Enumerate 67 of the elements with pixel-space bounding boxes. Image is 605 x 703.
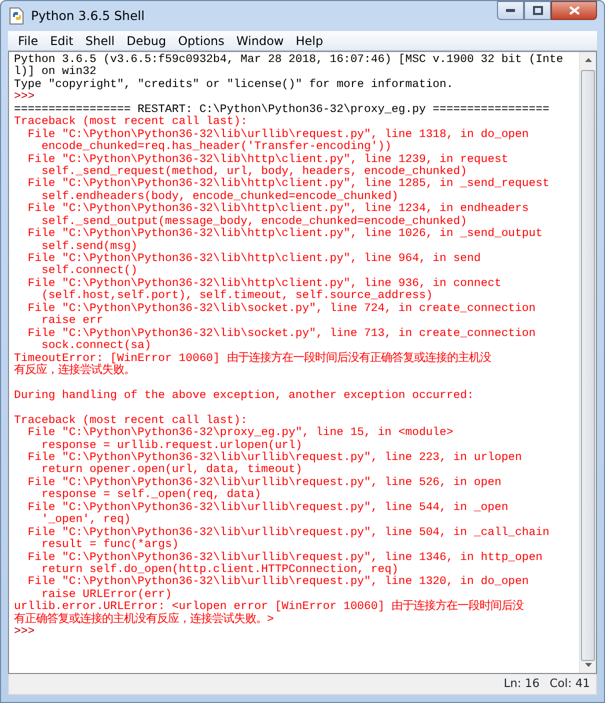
line-number-status: Ln: 16 (504, 675, 540, 692)
error-line: File "C:\Python\Python36-32\lib\urllib\request.py", line 1318, in do_open (26, 128, 529, 141)
error-line: File "C:\Python\Python36-32\lib\urllib\request.py", line 504, in _call_chain (26, 526, 550, 539)
maximize-icon (532, 6, 542, 15)
scrollbar[interactable] (579, 52, 596, 673)
error-line: TimeoutError: [WinError 10060] 由于连接方在一段时间后没有正确答复或连接的主机没 (14, 352, 491, 364)
error-line: File "C:\Python\Python36-32\lib\http\client.py", line 1285, in _send_request (26, 177, 550, 190)
menu-item[interactable]: Debug (120, 32, 172, 50)
error-line: '_open', req) (40, 513, 131, 526)
error-line: File "C:\Python\Python36-32\lib\urllib\request.py", line 544, in _open (26, 500, 508, 514)
prompt-text: >>> (14, 625, 35, 638)
menu-item[interactable]: Shell (79, 32, 121, 50)
menu-item[interactable]: Options (172, 32, 230, 50)
error-line: self.send(msg) (41, 240, 138, 253)
error-line: self._send_output(message_body, encode_chunked=encode_chunked) (41, 214, 467, 228)
error-line: result = func(*args) (40, 538, 179, 552)
output-line: l)] on win32 (14, 65, 96, 78)
prompt-text: >>> (14, 90, 35, 104)
error-line: 有正确答复或连接的主机没有反应，连接尝试失败。> (14, 612, 274, 626)
error-line: File "C:\Python\Python36-32\lib\http\client.py", line 936, in connect (26, 276, 502, 290)
menu-item[interactable]: Help (290, 32, 330, 50)
output-line: ================= RESTART: C:\Python\Python36-32\proxy_eg.py ================= (14, 102, 550, 116)
error-line: File "C:\Python\Python36-32\lib\urllib\request.py", line 1320, in do_open (26, 575, 529, 588)
error-line: raise err (40, 314, 104, 328)
error-line: self._send_request(method, url, body, headers, encode_chunked) (41, 164, 467, 178)
error-line: self.connect() (40, 264, 138, 278)
minimize-icon (506, 9, 515, 12)
error-line: response = urllib.request.urlopen(url) (41, 438, 302, 452)
error-line: sock.connect(sa) (40, 339, 152, 352)
error-line: File "C:\Python\Python36-32\lib\http\client.py", line 964, in send (26, 252, 481, 265)
error-line: self.endheaders(body, encode_chunked=encode_chunked) (41, 190, 398, 203)
error-line: (self.host,self.port), self.timeout, self.source_address) (40, 289, 433, 302)
menu-item[interactable]: Window (230, 32, 290, 50)
scroll-down-icon (584, 663, 592, 667)
error-line: Traceback (most recent call last): (14, 115, 248, 128)
error-line: return self.do_open(http.client.HTTPConnection, req) (41, 562, 398, 576)
error-line: encode_chunked=req.has_header('Transfer-encoding')) (40, 140, 392, 154)
close-button[interactable] (551, 1, 597, 20)
error-line: urllib.error.URLError: <urlopen error [WinError 10060] 由于连接方在一段时间后没 (14, 600, 524, 614)
output-line: Type "copyright", "credits" or "license()" for more information. (14, 78, 454, 91)
error-line: File "C:\Python\Python36-32\lib\urllib\request.py", line 526, in open (26, 476, 502, 489)
close-icon (568, 6, 580, 15)
python-file-icon (9, 7, 25, 25)
error-line: File "C:\Python\Python36-32\lib\http\client.py", line 1234, in endheaders (26, 202, 529, 216)
menu-item[interactable]: Edit (44, 32, 80, 50)
error-line: response = self._open(req, data) (40, 488, 262, 502)
error-line: Traceback (most recent call last): (14, 414, 248, 427)
error-line: File "C:\Python\Python36-32\lib\http\client.py", line 1239, in request (26, 152, 508, 166)
error-line: During handling of the above exception, another exception occurred: (14, 388, 474, 402)
menu-item[interactable]: File (12, 32, 44, 50)
error-line: File "C:\Python\Python36-32\proxy_eg.py", line 15, in <module> (26, 426, 454, 440)
window-title: Python 3.6.5 Shell (31, 6, 145, 25)
output-line: Python 3.6.5 (v3.6.5:f59c0932b4, Mar 28 2018, 16:07:46) [MSC v.1900 32 bit (Inte (14, 53, 564, 66)
error-line: raise URLError(err) (41, 588, 172, 601)
error-line: File "C:\Python\Python36-32\lib\socket.py", line 724, in create_connection (26, 302, 536, 315)
error-line: 有反应，连接尝试失败。 (14, 364, 135, 377)
minimize-button[interactable] (497, 1, 524, 20)
error-line: File "C:\Python\Python36-32\lib\urllib\request.py", line 1346, in http_open (26, 550, 542, 564)
scroll-up-icon (584, 58, 592, 62)
scrollbar-thumb[interactable] (581, 70, 595, 661)
error-line: File "C:\Python\Python36-32\lib\http\client.py", line 1026, in _send_output (26, 227, 542, 240)
column-number-status: Col: 41 (550, 675, 590, 692)
maximize-button[interactable] (524, 1, 551, 20)
error-line: File "C:\Python\Python36-32\lib\socket.py", line 713, in create_connection (26, 326, 536, 340)
error-line: File "C:\Python\Python36-32\lib\urllib\request.py", line 223, in urlopen (26, 451, 522, 464)
error-line: return opener.open(url, data, timeout) (40, 463, 302, 476)
shell-text-area[interactable] (8, 51, 597, 674)
